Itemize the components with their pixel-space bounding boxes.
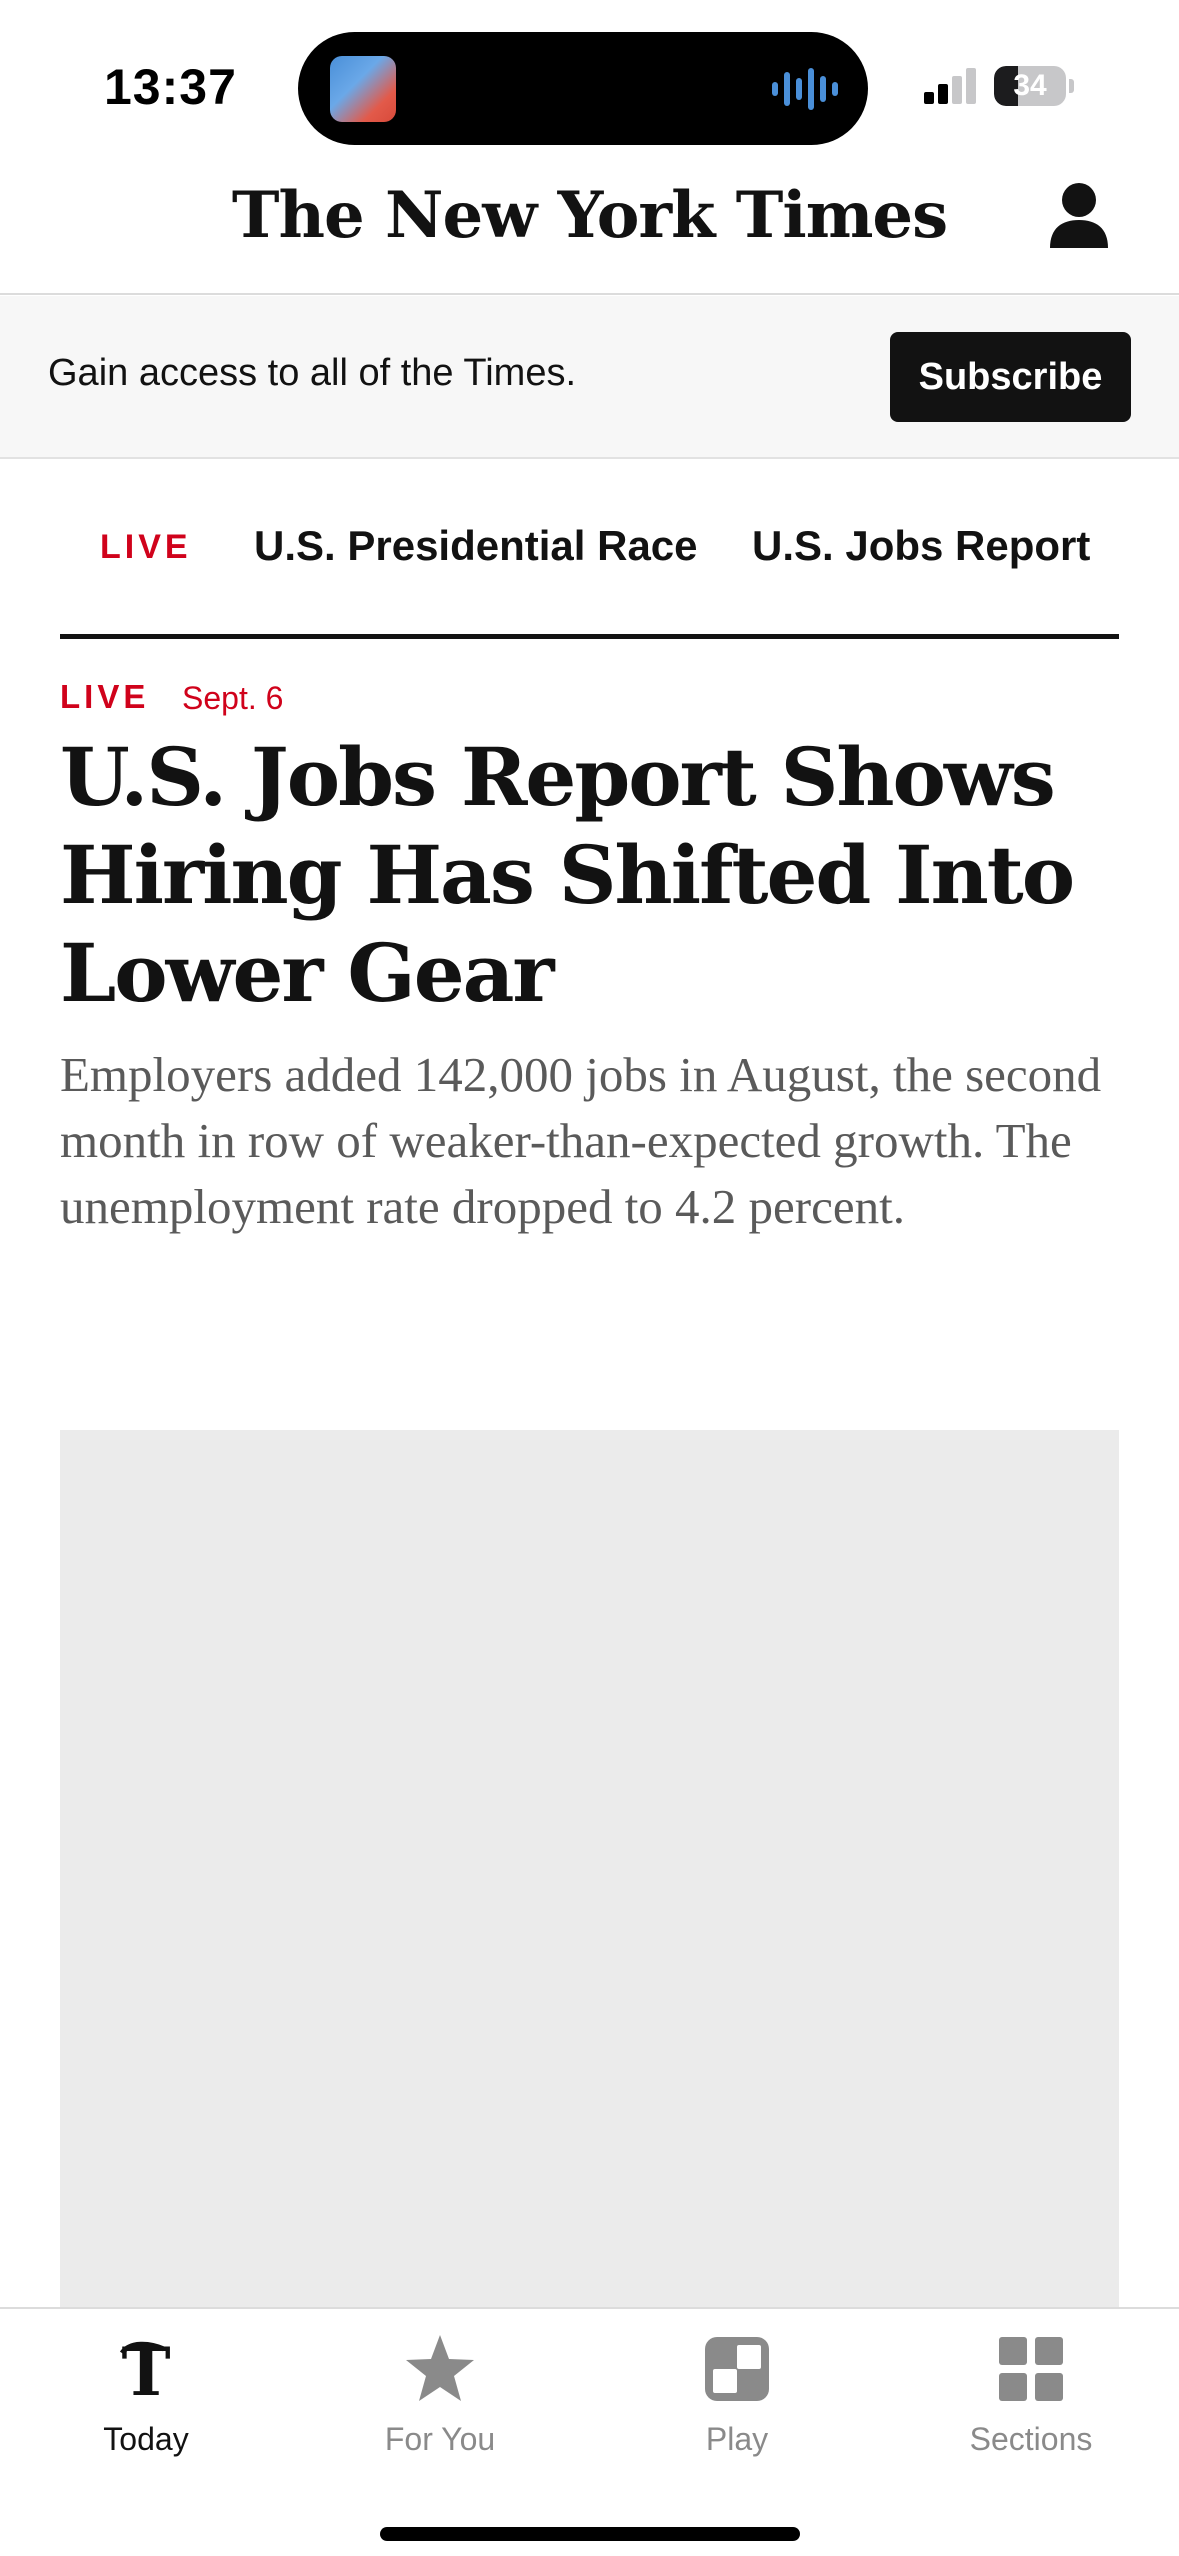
battery-level: 34: [1013, 69, 1047, 102]
tab-label-today: Today: [103, 2421, 189, 2457]
dynamic-island[interactable]: [298, 32, 868, 145]
tab-label-sections: Sections: [969, 2421, 1093, 2457]
tab-label-for-you: For You: [384, 2421, 496, 2457]
status-bar: 13:37 34: [0, 0, 1179, 150]
audio-waveform-icon: [772, 68, 838, 110]
tab-bar: T Today For You Play Sections: [0, 2307, 1179, 2556]
article-image-placeholder[interactable]: [60, 1430, 1119, 2310]
tab-today[interactable]: T Today: [26, 2333, 266, 2473]
tab-for-you[interactable]: For You: [320, 2333, 560, 2473]
masthead: The New York Times: [0, 150, 1179, 295]
tab-sections[interactable]: Sections: [911, 2333, 1151, 2473]
topic-nav: LIVE U.S. Presidential Race U.S. Jobs Re…: [0, 460, 1179, 640]
live-badge: LIVE: [60, 678, 150, 715]
subscribe-prompt: Gain access to all of the Times.: [48, 352, 577, 394]
star-icon: [406, 2335, 474, 2401]
grid-icon: [999, 2337, 1063, 2401]
article-headline[interactable]: U.S. Jobs Report Shows Hiring Has Shifte…: [60, 728, 1080, 1022]
battery-icon: 34: [994, 66, 1074, 106]
home-indicator[interactable]: [380, 2527, 800, 2541]
person-icon[interactable]: [1048, 180, 1110, 250]
tab-label-play: Play: [705, 2421, 769, 2457]
tab-play[interactable]: Play: [617, 2333, 857, 2473]
topic-nav-live[interactable]: LIVE: [100, 528, 192, 567]
cellular-signal-icon: [924, 68, 976, 104]
topic-jobs-report[interactable]: U.S. Jobs Report: [752, 522, 1090, 570]
topic-presidential-race[interactable]: U.S. Presidential Race: [254, 522, 698, 570]
article-summary[interactable]: Employers added 142,000 jobs in August, …: [60, 1042, 1120, 1240]
nyt-logo[interactable]: The New York Times: [0, 178, 1179, 253]
subscribe-banner: Gain access to all of the Times. Subscri…: [0, 296, 1179, 459]
status-time: 13:37: [104, 59, 237, 115]
now-playing-artwork[interactable]: [330, 56, 396, 122]
play-games-icon: [705, 2337, 769, 2401]
subscribe-button[interactable]: Subscribe: [890, 332, 1131, 422]
section-divider: [60, 634, 1119, 639]
article-date: Sept. 6: [182, 680, 284, 716]
nyt-t-logo-icon: T: [119, 2333, 171, 2405]
